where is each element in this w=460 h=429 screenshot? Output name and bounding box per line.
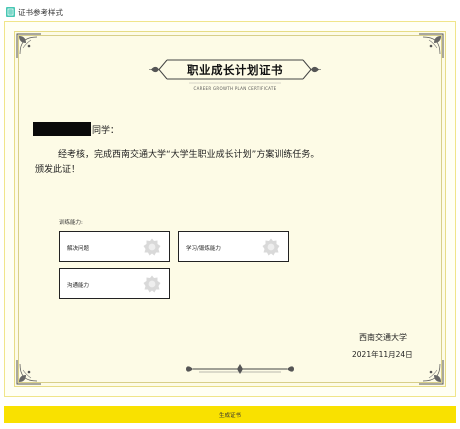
- seal-icon: [261, 237, 281, 257]
- certificate-title-block: 职业成长计划证书 CAREER GROWTH PLAN CERTIFICATE: [149, 57, 321, 93]
- ability-card-communication: 沟通能力: [59, 268, 170, 299]
- recipient-suffix: 同学：: [92, 125, 120, 136]
- corner-ornament-icon: [415, 356, 445, 386]
- certificate-subtitle: CAREER GROWTH PLAN CERTIFICATE: [193, 86, 277, 91]
- seal-icon: [142, 274, 162, 294]
- generate-certificate-button[interactable]: 生成证书: [4, 406, 456, 423]
- corner-ornament-icon: [415, 32, 445, 62]
- certificate-icon: [6, 7, 15, 17]
- recipient-row: 同学：: [33, 122, 119, 136]
- body-line-1: 经考核，完成西南交通大学“大学生职业成长计划”方案训练任务。: [58, 150, 320, 160]
- certificate: 职业成长计划证书 CAREER GROWTH PLAN CERTIFICATE …: [14, 31, 446, 387]
- seal-icon: [142, 237, 162, 257]
- ability-card-problem-solving: 解决问题: [59, 231, 170, 262]
- abilities-label: 训练能力:: [59, 220, 83, 226]
- corner-ornament-icon: [15, 356, 45, 386]
- certificate-preview-card: 职业成长计划证书 CAREER GROWTH PLAN CERTIFICATE …: [4, 21, 456, 397]
- certificate-body: 经考核，完成西南交通大学“大学生职业成长计划”方案训练任务。 颁发此证！: [35, 148, 395, 178]
- certificate-title: 职业成长计划证书: [187, 63, 283, 77]
- ability-label: 沟通能力: [67, 283, 90, 289]
- issue-date: 2021年11月24日: [352, 350, 413, 359]
- bottom-ornament-icon: [185, 362, 295, 376]
- redacted-name: [33, 122, 91, 136]
- issuer-name: 西南交通大学: [359, 333, 407, 342]
- corner-ornament-icon: [15, 32, 45, 62]
- page-title: 证书参考样式: [18, 7, 63, 17]
- body-line-2: 颁发此证！: [35, 165, 81, 175]
- ability-label: 解决问题: [67, 246, 90, 252]
- page-header: 证书参考样式: [6, 5, 63, 19]
- ability-card-learning: 学习/锻炼能力: [178, 231, 289, 262]
- ability-label: 学习/锻炼能力: [186, 246, 221, 252]
